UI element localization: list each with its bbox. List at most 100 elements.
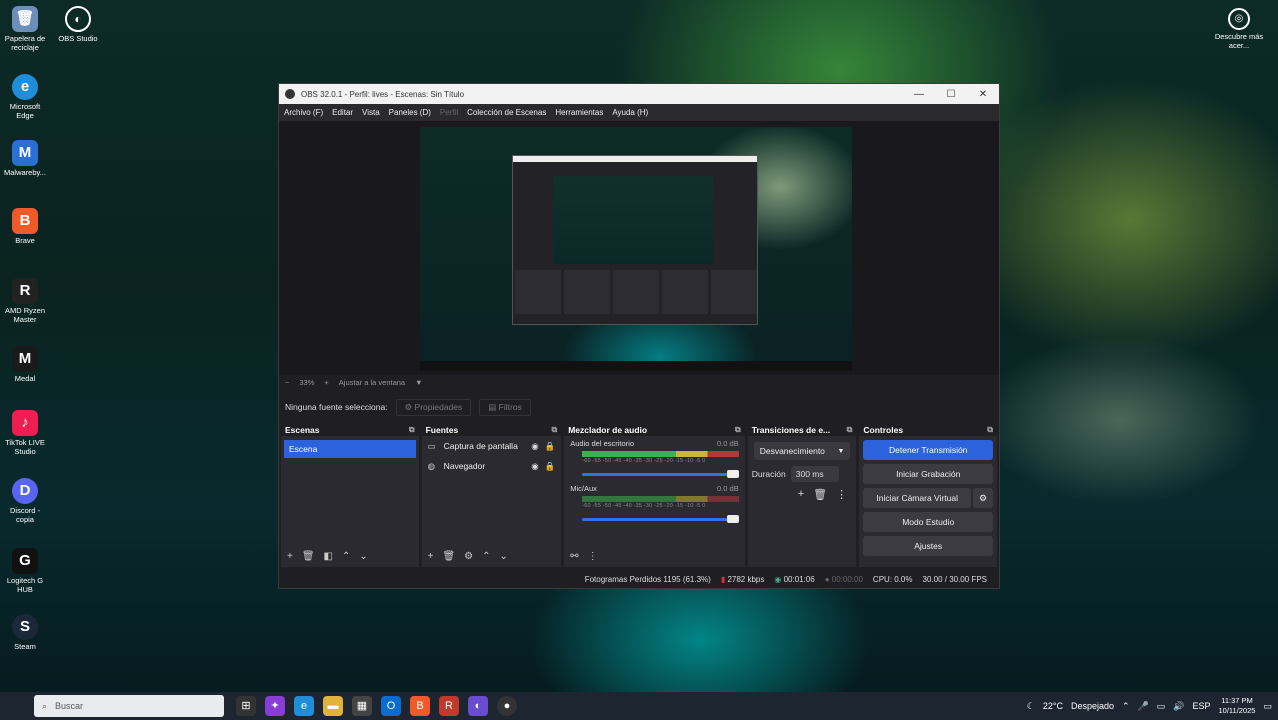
add-transition-button[interactable]: + [798,488,804,501]
copilot-icon[interactable]: ✦ [265,696,285,716]
scene-filters-button[interactable]: ◧ [324,551,333,562]
dock-options-icon[interactable]: ⧉ [735,425,741,435]
source-item-screen[interactable]: ▭ Captura de pantalla ◉ 🔒 [422,436,562,456]
volume-slider[interactable] [582,470,739,478]
desktop-icon-brave[interactable]: B Brave [2,208,48,245]
move-down-button[interactable]: ⌄ [359,551,367,562]
stop-stream-button[interactable]: Detener Transmisión [863,440,993,460]
desktop-icon-discord[interactable]: D Discord - copia [2,478,48,524]
desktop-icon-medal[interactable]: M Medal [2,346,48,383]
dock-options-icon[interactable]: ⧉ [552,425,558,435]
desktop-icon-edge[interactable]: e Microsoft Edge [2,74,48,120]
rec-time-value: 00:00:00 [831,574,863,584]
menu-paneles[interactable]: Paneles (D) [389,108,431,117]
title-bar[interactable]: OBS 32.0.1 - Perfil: lives - Escenas: Si… [279,84,999,104]
desktop-icon-malwarebytes[interactable]: M Malwareby... [2,140,48,177]
clock[interactable]: 11:37 PM 10/11/2025 [1219,696,1256,716]
settings-button[interactable]: Ajustes [863,536,993,556]
start-record-button[interactable]: Iniciar Grabación [863,464,993,484]
filter-icon: ▤ [488,401,499,412]
studio-mode-button[interactable]: Modo Estudio [863,512,993,532]
move-down-button[interactable]: ⌄ [500,551,508,562]
menu-ayuda[interactable]: Ayuda (H) [612,108,648,117]
gear-icon[interactable]: ⚙ [973,488,993,508]
desktop-icon-tiktok[interactable]: ♪ TikTok LIVE Studio [2,410,48,456]
language-indicator[interactable]: ESP [1192,701,1210,711]
lock-icon[interactable]: 🔒 [545,461,556,472]
eye-icon[interactable]: ◉ [531,441,538,452]
mic-icon[interactable]: 🎤 [1138,701,1149,712]
chevron-down-icon[interactable]: ▼ [415,378,422,387]
live-time: ◉ 00:01:06 [774,575,814,584]
chevron-up-icon[interactable]: ⌃ [1122,701,1130,712]
desktop-icon-label: Logitech G HUB [6,576,44,594]
zoom-in-button[interactable]: + [324,378,328,387]
delete-scene-button[interactable]: 🗑 [302,551,315,562]
obs-active-icon[interactable]: ● [497,696,517,716]
menu-coleccion[interactable]: Colección de Escenas [467,108,546,117]
move-up-button[interactable]: ⌃ [482,551,490,562]
sources-dock: Fuentes ⧉ ▭ Captura de pantalla ◉ 🔒 ◍ Nav… [421,423,562,567]
dock-options-icon[interactable]: ⧉ [409,425,415,435]
source-settings-button[interactable]: ⚙ [464,551,473,562]
desktop-icon-obs[interactable]: ◐ OBS Studio [56,6,100,43]
sources-title: Fuentes [425,424,459,435]
virtual-cam-button[interactable]: Iniciar Cámara Virtual [863,488,971,508]
search-box[interactable]: ⌕ Buscar [34,695,224,717]
duration-input[interactable]: 300 ms [790,466,839,482]
malwarebytes-icon: M [12,140,38,166]
add-source-button[interactable]: + [428,551,434,562]
eye-icon[interactable]: ◉ [531,461,538,472]
preview-nested-obs [512,155,758,325]
minimize-button[interactable]: — [903,89,935,100]
link-icon[interactable]: ⚯ [570,551,578,562]
obs-taskbar-icon[interactable]: ◐ [468,696,488,716]
desktop-icon-ryzen[interactable]: R AMD Ryzen Master [2,278,48,324]
desktop-icon-logitech[interactable]: G Logitech G HUB [2,548,48,594]
desktop-icon-recycle-bin[interactable]: 🗑 Papelera de reciclaje [2,6,48,52]
volume-icon[interactable]: 🔊 [1173,701,1184,712]
maximize-button[interactable]: ☐ [935,89,967,100]
desktop-icon-steam[interactable]: S Steam [2,614,48,651]
file-explorer-icon[interactable]: ▬ [323,696,343,716]
obs-logo-icon [285,89,295,99]
source-toolbar: Ninguna fuente selecciona: ⚙ Propiedades… [279,396,999,418]
close-button[interactable]: ✕ [967,89,999,100]
source-item-browser[interactable]: ◍ Navegador ◉ 🔒 [422,456,562,476]
add-scene-button[interactable]: + [287,551,293,562]
more-options-icon[interactable]: ⋮ [836,488,847,501]
filters-button[interactable]: ▤ Filtros [479,398,531,416]
scene-item[interactable]: Escena [284,440,416,458]
more-options-icon[interactable]: ⋮ [588,551,598,562]
menu-herramientas[interactable]: Herramientas [555,108,603,117]
preview-canvas[interactable] [420,127,852,371]
move-up-button[interactable]: ⌃ [342,551,350,562]
zoom-out-button[interactable]: − [285,378,289,387]
properties-button[interactable]: ⚙ Propiedades [395,398,472,416]
brave-icon: B [12,208,38,234]
zoom-fit-select[interactable]: Ajustar a la ventana [339,378,405,387]
transition-select[interactable]: Desvanecimiento ▼ [753,442,851,460]
calendar-icon[interactable]: ▦ [352,696,372,716]
transitions-dock: Transiciones de e... ⧉ Desvanecimiento ▼ D… [747,423,857,567]
menu-vista[interactable]: Vista [362,108,380,117]
outlook-icon[interactable]: O [381,696,401,716]
edge-icon[interactable]: e [294,696,314,716]
delete-transition-button[interactable]: 🗑 [813,488,827,501]
network-icon[interactable]: ▭ [1157,701,1166,712]
menu-archivo[interactable]: Archivo (F) [284,108,323,117]
mixer-channel-mic: Mic/Aux 0.0 dB -60 -55 -50 -45 -40 -35 -3… [564,481,744,526]
ryzen-icon[interactable]: R [439,696,459,716]
dock-options-icon[interactable]: ⧉ [987,425,993,435]
window-controls: — ☐ ✕ [903,89,999,100]
sources-toolbar: + 🗑 ⚙ ⌃ ⌄ [422,549,562,563]
volume-slider[interactable] [582,515,739,523]
task-view-icon[interactable]: ⊞ [236,696,256,716]
menu-editar[interactable]: Editar [332,108,353,117]
dock-options-icon[interactable]: ⧉ [847,425,853,435]
brave-icon[interactable]: B [410,696,430,716]
notifications-icon[interactable]: ▭ [1263,701,1272,712]
lock-icon[interactable]: 🔒 [545,441,556,452]
delete-source-button[interactable]: 🗑 [442,551,455,562]
desktop-icon-discover[interactable]: ◎ Descubre más acer... [1214,8,1264,50]
